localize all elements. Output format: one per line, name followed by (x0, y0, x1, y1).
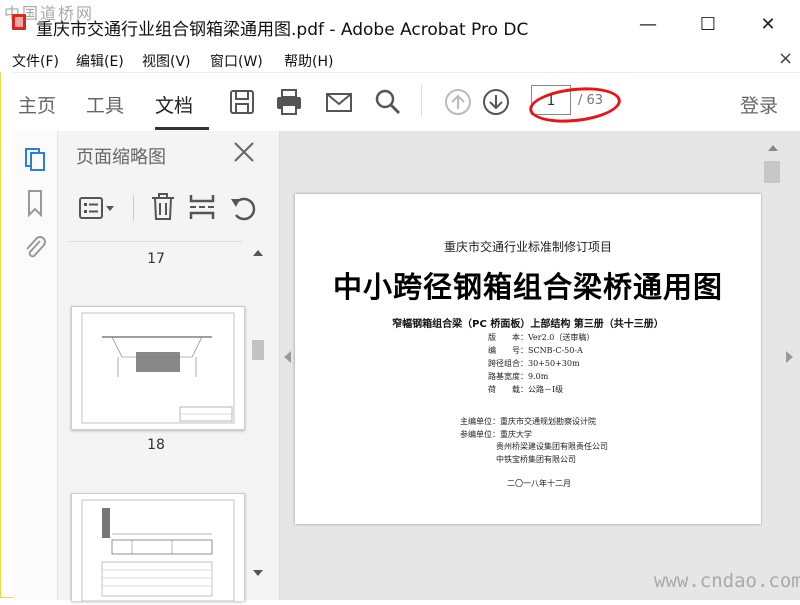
window-title: 重庆市交通行业组合钢箱梁通用图.pdf - Adobe Acrobat Pro … (36, 20, 529, 40)
scroll-thumb[interactable] (764, 161, 780, 183)
previous-page-arrow-icon[interactable] (284, 351, 291, 363)
minimize-button[interactable]: — (628, 10, 668, 40)
thumbnails-scrollbar[interactable] (249, 242, 267, 600)
spec-row: 跨径组合：30+50+30m (488, 359, 580, 368)
editor-row: 主编单位：重庆市交通规划勘察设计院 (460, 417, 596, 426)
next-page-arrow-icon[interactable] (786, 351, 793, 363)
scroll-up-icon[interactable] (253, 250, 263, 256)
print-icon[interactable] (274, 87, 304, 117)
doc-title: 中小跨径钢箱组合梁桥通用图 (332, 270, 723, 304)
delete-icon[interactable] (148, 191, 178, 223)
title-bar: 中国道桥网 重庆市交通行业组合钢箱梁通用图.pdf - Adobe Acroba… (0, 0, 800, 50)
document-view: 重庆市交通行业标准制修订项目 中小跨径钢箱组合梁桥通用图 窄幅钢箱组合梁（PC … (280, 131, 800, 600)
panel-toolbar (68, 181, 268, 241)
scroll-down-icon[interactable] (253, 570, 263, 576)
pdf-page: 重庆市交通行业标准制修订项目 中小跨径钢箱组合梁桥通用图 窄幅钢箱组合梁（PC … (295, 194, 761, 524)
pdf-file-icon (12, 14, 26, 30)
panel-divider (68, 241, 242, 242)
tools-separator (133, 195, 134, 221)
editor-row: 中铁宝桥集团有限公司 (496, 455, 576, 464)
toolbar: 主页 工具 文档 1 / 63 登录 (13, 72, 800, 132)
thumbnail-drawing (81, 499, 235, 602)
rotate-icon[interactable] (228, 191, 260, 223)
thumbnail-label-17: 17 (147, 251, 165, 267)
search-icon[interactable] (373, 87, 403, 117)
tab-document[interactable]: 文档 (155, 91, 193, 118)
menu-help[interactable]: 帮助(H) (284, 51, 333, 71)
spec-row: 路基宽度：9.0m (488, 372, 549, 381)
save-icon[interactable] (227, 87, 257, 117)
spec-row: 荷 载：公路－Ⅰ级 (488, 385, 564, 394)
thumbnails-panel: 页面缩略图 17 18 (58, 131, 280, 602)
left-rail (13, 131, 58, 600)
active-tab-indicator (155, 127, 209, 130)
menu-window[interactable]: 窗口(W) (210, 51, 263, 71)
thumbnail-label-18: 18 (147, 437, 165, 453)
doc-date: 二〇一八年十二月 (507, 479, 571, 488)
spec-row: 编 号：SCNB-C-50-A (488, 346, 583, 355)
scroll-thumb[interactable] (252, 340, 264, 360)
thumbnail-options-icon[interactable] (78, 193, 118, 223)
menu-file[interactable]: 文件(F) (12, 51, 59, 71)
close-icon[interactable] (232, 139, 256, 165)
menu-bar: 文件(F) 编辑(E) 视图(V) 窗口(W) 帮助(H) × (0, 48, 800, 72)
menu-close-document-button[interactable]: × (778, 48, 793, 69)
panel-title: 页面缩略图 (76, 147, 166, 168)
attachment-icon[interactable] (13, 231, 57, 263)
toolbar-separator (421, 85, 422, 117)
previous-page-icon[interactable] (443, 87, 473, 117)
maximize-button[interactable]: ☐ (688, 10, 728, 40)
watermark-bottom: www.cndao.com (654, 570, 800, 592)
document-scrollbar[interactable] (762, 131, 782, 600)
menu-view[interactable]: 视图(V) (142, 51, 191, 71)
menu-edit[interactable]: 编辑(E) (76, 51, 124, 71)
tab-home[interactable]: 主页 (18, 91, 56, 118)
editor-row: 贵州桥梁建设集团有限责任公司 (496, 442, 608, 451)
bookmark-icon[interactable] (13, 187, 57, 219)
editor-row: 参编单位：重庆大学 (460, 430, 532, 439)
thumbnail-drawing (81, 312, 235, 424)
doc-subtitle: 窄幅钢箱组合梁（PC 桥面板）上部结构 第三册（共十三册） (392, 319, 664, 330)
email-icon[interactable] (324, 87, 354, 117)
page-thumbnails-icon[interactable] (13, 143, 57, 175)
next-page-icon[interactable] (481, 87, 511, 117)
scroll-up-icon[interactable] (768, 145, 778, 151)
thumbnail-page-19[interactable] (71, 493, 245, 602)
tab-tools[interactable]: 工具 (86, 91, 124, 118)
doc-header: 重庆市交通行业标准制修订项目 (443, 240, 612, 254)
spec-row: 版 本：Ver2.0（送审稿） (488, 333, 595, 342)
extract-pages-icon[interactable] (186, 191, 218, 223)
thumbnail-page-18[interactable] (71, 306, 245, 430)
login-button[interactable]: 登录 (740, 91, 778, 118)
close-button[interactable]: ✕ (748, 10, 788, 40)
